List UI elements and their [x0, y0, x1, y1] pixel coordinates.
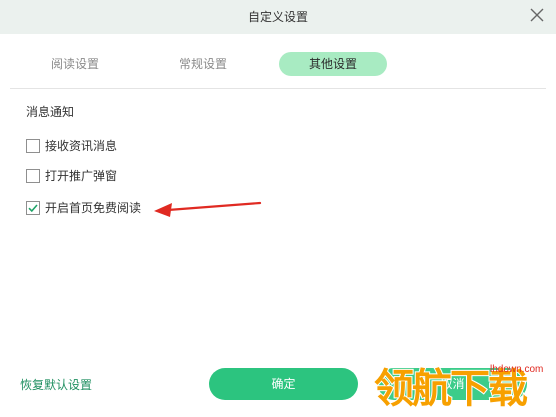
option-label: 打开推广弹窗	[45, 169, 118, 183]
window-title: 自定义设置	[247, 10, 308, 24]
watermark-url: lhdown.com	[490, 364, 544, 375]
option-label: 接收资讯消息	[45, 139, 118, 153]
checkbox-receive-news[interactable]	[26, 139, 40, 153]
confirm-button[interactable]: 确定	[209, 368, 358, 400]
tab-general-settings[interactable]: 常规设置	[158, 52, 248, 76]
restore-defaults-link[interactable]: 恢复默认设置	[20, 376, 92, 393]
close-button[interactable]	[526, 4, 548, 26]
tab-bar: 阅读设置 常规设置 其他设置	[0, 44, 556, 82]
section-title: 消息通知	[26, 105, 75, 119]
tab-other-settings[interactable]: 其他设置	[279, 52, 387, 76]
checkmark-icon	[28, 204, 38, 213]
title-bar: 自定义设置	[0, 0, 556, 34]
option-free-reading[interactable]: 开启首页免费阅读	[26, 200, 156, 216]
tab-reading-settings[interactable]: 阅读设置	[30, 52, 120, 76]
option-label: 开启首页免费阅读	[45, 201, 142, 215]
red-arrow-annotation	[154, 201, 262, 217]
option-receive-news[interactable]: 接收资讯消息	[26, 138, 136, 154]
tab-divider	[10, 88, 546, 89]
option-open-promo-popup[interactable]: 打开推广弹窗	[26, 168, 136, 184]
checkbox-free-reading[interactable]	[26, 201, 40, 215]
checkbox-open-promo-popup[interactable]	[26, 169, 40, 183]
close-icon	[530, 8, 544, 22]
